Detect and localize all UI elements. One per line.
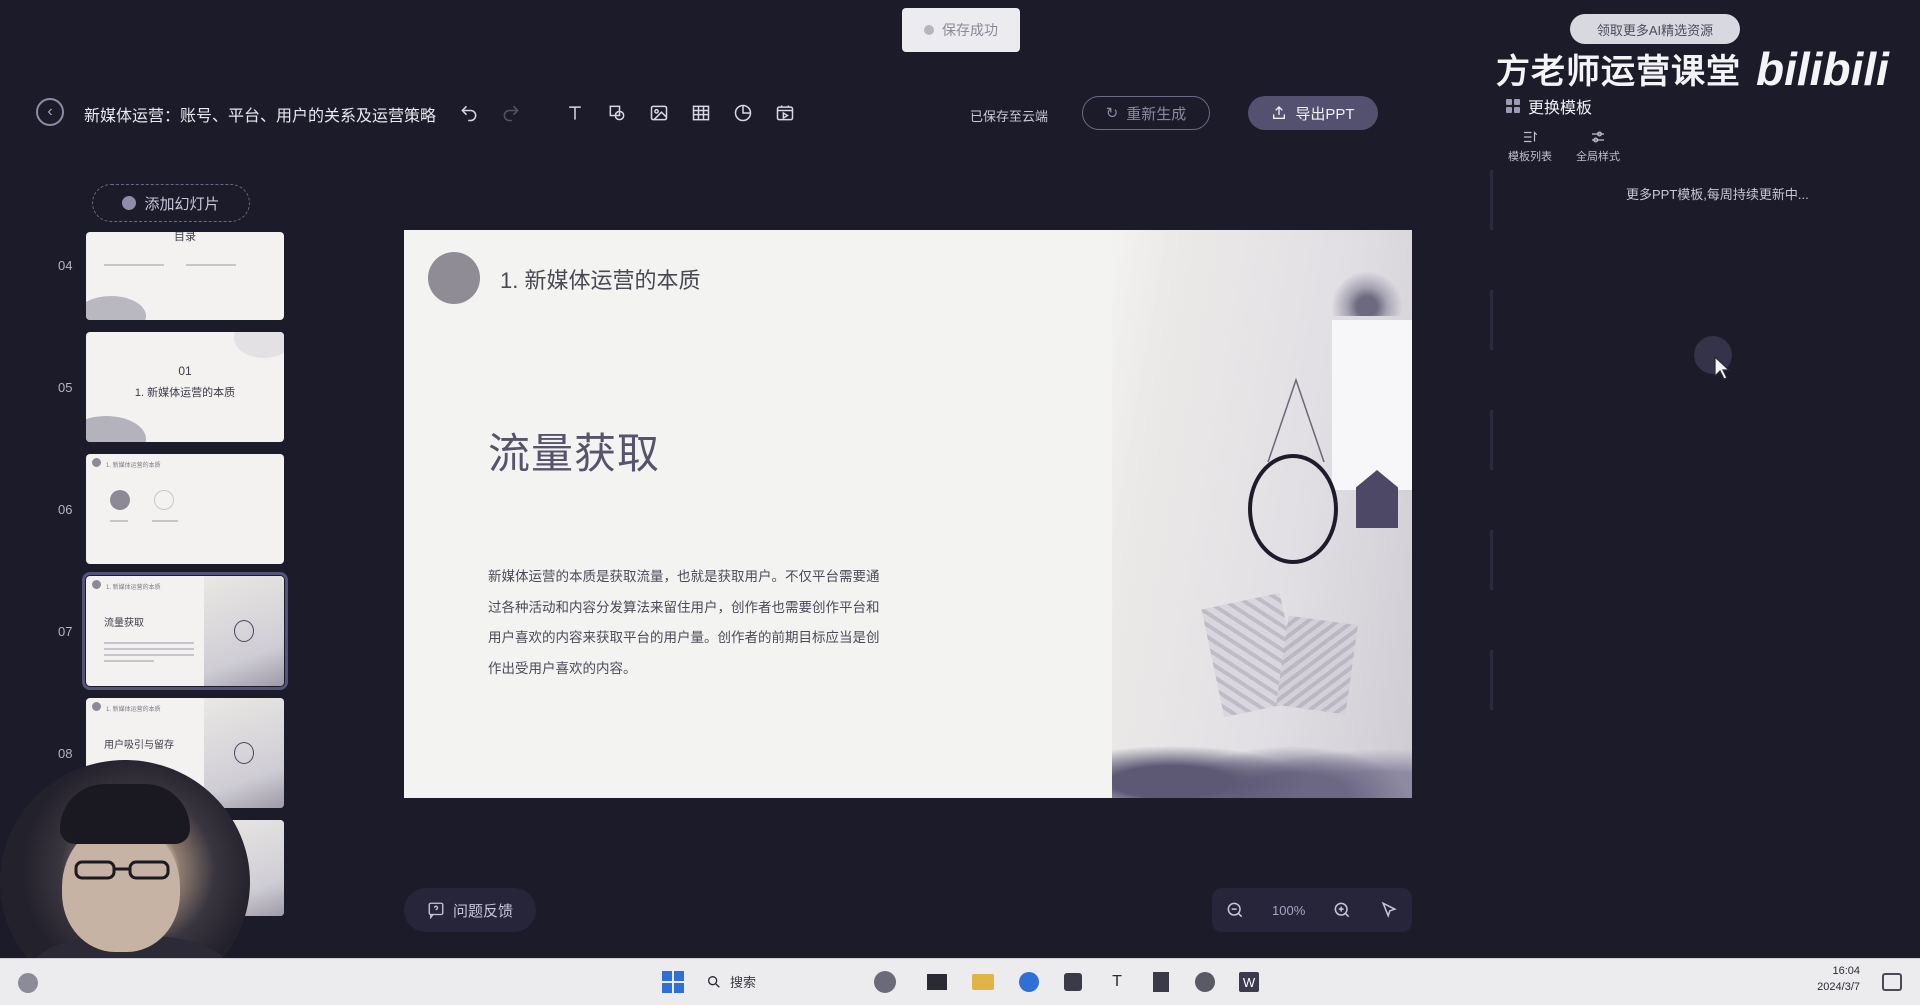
word-icon[interactable]: W xyxy=(1236,969,1262,995)
tab-label: 全局样式 xyxy=(1576,151,1620,163)
panel-divider xyxy=(1490,170,1493,730)
thumb-index: 01 xyxy=(178,364,192,378)
browser-icon[interactable] xyxy=(1016,969,1042,995)
search-icon xyxy=(708,975,720,988)
app-icon[interactable] xyxy=(872,969,898,995)
weather-icon[interactable] xyxy=(18,973,38,993)
export-icon xyxy=(1273,106,1286,119)
grid-icon xyxy=(1506,99,1520,113)
redo-button[interactable] xyxy=(498,100,524,126)
app-icon[interactable] xyxy=(924,969,950,995)
zoom-level: 100% xyxy=(1272,902,1306,918)
slide-background-photo xyxy=(1112,230,1412,798)
insert-shape-button[interactable] xyxy=(604,100,630,126)
slide-number: 05 xyxy=(58,380,73,395)
slide-thumbnail-05[interactable]: 01 1. 新媒体运营的本质 xyxy=(86,332,284,442)
chevron-left-icon: ‹ xyxy=(47,103,53,120)
tab-global-style[interactable]: 全局样式 xyxy=(1576,128,1620,164)
clock-date: 2024/3/7 xyxy=(1817,981,1860,993)
slide-thumbnail-04[interactable]: 目录 xyxy=(86,232,284,320)
insert-table-button[interactable] xyxy=(688,100,714,126)
start-button[interactable] xyxy=(660,969,686,995)
zoom-in-icon[interactable] xyxy=(1332,900,1352,920)
plus-icon xyxy=(122,196,137,210)
regenerate-label: 重新生成 xyxy=(1126,105,1187,123)
header-circle xyxy=(428,252,480,304)
slide-number: 06 xyxy=(58,502,73,517)
export-label: 导出PPT xyxy=(1295,105,1355,123)
regenerate-button[interactable]: ↻ 重新生成 xyxy=(1082,96,1210,130)
mouse-cursor-icon xyxy=(1714,356,1730,380)
os-taskbar: 搜索 T W 16:04 2024/3/7 xyxy=(0,958,1920,1005)
windows-icon xyxy=(662,971,684,993)
refresh-icon: ↻ xyxy=(1105,105,1119,122)
shape-icon xyxy=(609,105,625,121)
insert-media-button[interactable] xyxy=(772,100,798,126)
insert-text-button[interactable] xyxy=(562,100,588,126)
table-icon xyxy=(692,105,710,121)
change-template-button[interactable]: 更换模板 xyxy=(1506,94,1592,118)
insert-chart-button[interactable] xyxy=(730,100,756,126)
folder-icon[interactable] xyxy=(970,969,996,995)
save-success-toast: 保存成功 xyxy=(902,8,1020,52)
undo-button[interactable] xyxy=(456,100,482,126)
template-update-note: 更多PPT模板,每周持续更新中... xyxy=(1626,187,1809,202)
cloud-save-status: 已保存至云端 xyxy=(970,109,1049,124)
taskbar-search-label: 搜索 xyxy=(730,975,757,990)
clock-time: 16:04 xyxy=(1832,965,1860,977)
feedback-icon xyxy=(428,902,444,919)
pointer-icon[interactable] xyxy=(1379,900,1399,920)
text-app-icon[interactable]: T xyxy=(1104,969,1130,995)
notes-icon[interactable] xyxy=(1148,969,1174,995)
thumb-title: 流量获取 xyxy=(104,618,144,629)
channel-watermark: 方老师运营课堂 xyxy=(1496,53,1741,91)
slide-thumbnail-07[interactable]: 1. 新媒体运营的本质 流量获取 xyxy=(82,572,288,690)
bilibili-logo: bilibili xyxy=(1756,43,1889,95)
thumb-title: 1. 新媒体运营的本质 xyxy=(134,387,236,399)
system-clock[interactable]: 16:04 2024/3/7 xyxy=(1817,963,1860,995)
feedback-label: 问题反馈 xyxy=(452,902,513,920)
slide-number: 08 xyxy=(58,746,73,761)
redo-icon xyxy=(503,105,519,122)
slide-thumbnail-06[interactable]: 1. 新媒体运营的本质 xyxy=(86,454,284,564)
pie-chart-icon xyxy=(734,104,752,122)
tab-template-list[interactable]: 模板列表 xyxy=(1508,128,1552,164)
document-title: 新媒体运营：账号、平台、用户的关系及运营策略 xyxy=(84,108,437,125)
taskbar-search[interactable]: 搜索 xyxy=(706,972,756,991)
text-icon xyxy=(569,106,581,120)
media-icon xyxy=(776,105,794,121)
thumb-header: 1. 新媒体运营的本质 xyxy=(106,585,161,591)
slide-number: 04 xyxy=(58,258,73,273)
feedback-button[interactable]: 问题反馈 xyxy=(404,888,536,932)
sliders-icon xyxy=(1592,131,1604,143)
export-ppt-button[interactable]: 导出PPT xyxy=(1248,96,1378,130)
list-icon xyxy=(1524,131,1538,143)
slide-body-text[interactable]: 新媒体运营的本质是获取流量，也就是获取用户。不仅平台需要通过各种活动和内容分发算… xyxy=(488,562,886,684)
zoom-controls: 100% xyxy=(1212,888,1412,932)
add-slide-button[interactable]: 添加幻灯片 xyxy=(92,184,250,222)
add-slide-label: 添加幻灯片 xyxy=(144,195,220,213)
change-template-label: 更换模板 xyxy=(1528,100,1593,117)
slide-title[interactable]: 流量获取 xyxy=(488,420,660,481)
slide-canvas[interactable]: 1. 新媒体运营的本质 流量获取 新媒体运营的本质是获取流量，也就是获取用户。不… xyxy=(404,230,1412,798)
slide-number: 07 xyxy=(58,624,73,639)
thumb-title: 用户吸引与留存 xyxy=(104,740,174,751)
store-icon[interactable] xyxy=(1060,969,1086,995)
slide-section-title[interactable]: 1. 新媒体运营的本质 xyxy=(500,263,700,295)
image-icon xyxy=(650,105,668,121)
tab-label: 模板列表 xyxy=(1508,151,1552,163)
status-dot-icon xyxy=(924,25,934,35)
chrome-icon[interactable] xyxy=(1192,969,1218,995)
thumb-header: 1. 新媒体运营的本质 xyxy=(106,463,161,469)
zoom-out-icon[interactable] xyxy=(1225,900,1245,920)
toast-text: 保存成功 xyxy=(942,22,998,38)
undo-icon xyxy=(461,105,477,122)
thumb-title: 目录 xyxy=(174,232,196,243)
promo-banner[interactable]: 领取更多AI精选资源 xyxy=(1570,14,1740,44)
insert-image-button[interactable] xyxy=(646,100,672,126)
notification-icon[interactable] xyxy=(1882,973,1902,991)
back-button[interactable]: ‹ xyxy=(36,98,64,126)
thumb-header: 1. 新媒体运营的本质 xyxy=(106,707,161,713)
